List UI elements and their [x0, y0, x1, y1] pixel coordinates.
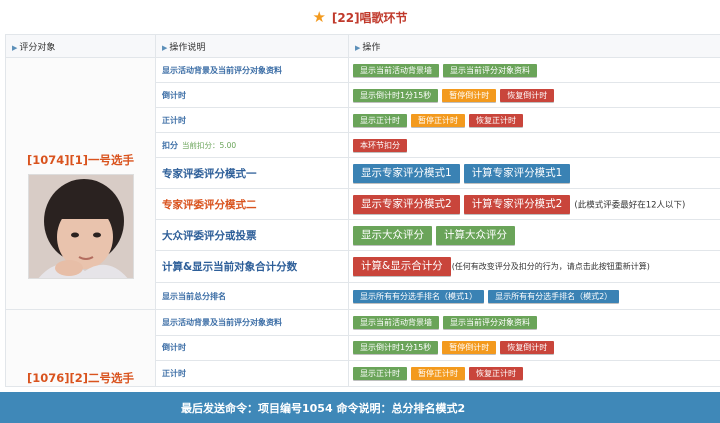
row-operations: 显示专家评分模式1 计算专家评分模式1 — [348, 157, 720, 189]
row-description: 计算&显示当前对象合计分数 — [155, 250, 349, 283]
pause-countdown-button[interactable]: 暂停倒计时 — [442, 341, 497, 355]
triangle-right-icon: ▶ — [355, 43, 361, 52]
row-operations: 本环节扣分 — [348, 132, 720, 158]
contestant-cell: [1074][1]一号选手 — [5, 57, 156, 310]
row-description: 显示当前总分排名 — [155, 282, 349, 310]
triangle-right-icon: ▶ — [12, 43, 18, 52]
triangle-right-icon: ▶ — [162, 43, 168, 52]
column-header-operations: ▶ 操作 — [348, 34, 720, 58]
pause-countup-button[interactable]: 暂停正计时 — [411, 367, 465, 381]
calc-total-score-button[interactable]: 计算&显示合计分 — [353, 257, 451, 276]
contestant-cell: [1076][2]二号选手 — [5, 309, 156, 387]
calc-public-score-button[interactable]: 计算大众评分 — [436, 225, 515, 245]
row-description: 专家评委评分模式一 — [155, 157, 349, 189]
total-score-note: (任何有改变评分及扣分的行为，请点击此按钮重新计算) — [451, 262, 650, 271]
show-background-button[interactable]: 显示当前活动背景墙 — [353, 63, 439, 77]
row-operations: 显示正计时 暂停正计时 恢复正计时 — [348, 360, 720, 387]
contestant-name: [1074][1]一号选手 — [26, 153, 135, 167]
calc-expert-score-mode1-button[interactable]: 计算专家评分模式1 — [463, 163, 571, 183]
scoring-table: ▶ 评分对象 ▶ 操作说明 ▶ 操作 [1074][1]一号选手 显示活动背景及… — [5, 34, 720, 387]
row-description: 显示活动背景及当前评分对象资料 — [155, 309, 349, 336]
contestant-name: [1076][2]二号选手 — [26, 371, 135, 385]
star-icon: ★ — [312, 7, 326, 26]
row-operations: 显示倒计时1分15秒 暂停倒计时 恢复倒计时 — [348, 334, 720, 362]
row-description: 倒计时 — [155, 82, 349, 108]
resume-countup-button[interactable]: 恢复正计时 — [469, 367, 523, 381]
show-countdown-button[interactable]: 显示倒计时1分15秒 — [353, 88, 439, 102]
row-description: 专家评委评分模式二 — [155, 188, 349, 220]
show-target-info-button[interactable]: 显示当前评分对象资料 — [443, 63, 537, 77]
show-target-info-button[interactable]: 显示当前评分对象资料 — [443, 315, 537, 329]
row-description: 显示活动背景及当前评分对象资料 — [155, 57, 349, 83]
mode2-note: (此模式评委最好在12人以下) — [574, 200, 686, 210]
ranking-mode2-button[interactable]: 显示所有有分选手排名（模式2） — [488, 289, 620, 303]
row-description: 倒计时 — [155, 334, 349, 362]
row-operations: 显示正计时 暂停正计时 恢复正计时 — [348, 107, 720, 133]
row-description: 扣分 当前扣分：5.00 — [155, 132, 349, 158]
show-countup-button[interactable]: 显示正计时 — [353, 113, 407, 127]
last-command-text: 最后发送命令：项目编号1054 命令说明：总分排名模式2 — [181, 401, 466, 415]
deduct-score-button[interactable]: 本环节扣分 — [353, 138, 407, 152]
table-row: [1074][1]一号选手 显示活动背景及当前评分对象资料 显示当前活动背景墙 … — [5, 57, 720, 310]
show-countdown-button[interactable]: 显示倒计时1分15秒 — [353, 341, 439, 355]
show-public-score-button[interactable]: 显示大众评分 — [353, 225, 432, 245]
resume-countdown-button[interactable]: 恢复倒计时 — [500, 341, 555, 355]
row-description: 正计时 — [155, 107, 349, 133]
show-countup-button[interactable]: 显示正计时 — [353, 367, 407, 381]
row-description: 正计时 — [155, 360, 349, 387]
page-header: ★ [22]唱歌环节 — [0, 0, 720, 34]
column-header-target: ▶ 评分对象 — [5, 34, 156, 58]
page-title: [22]唱歌环节 — [331, 10, 408, 25]
resume-countup-button[interactable]: 恢复正计时 — [469, 113, 523, 127]
status-bar: 最后发送命令：项目编号1054 命令说明：总分排名模式2 — [0, 392, 720, 423]
row-description: 大众评委评分或投票 — [155, 219, 349, 251]
show-background-button[interactable]: 显示当前活动背景墙 — [353, 315, 439, 329]
avatar — [27, 174, 134, 279]
row-operations: 显示专家评分模式2 计算专家评分模式2 (此模式评委最好在12人以下) — [348, 188, 720, 220]
column-header-description: ▶ 操作说明 — [155, 34, 349, 58]
show-expert-score-mode2-button[interactable]: 显示专家评分模式2 — [353, 194, 460, 214]
resume-countdown-button[interactable]: 恢复倒计时 — [500, 88, 555, 102]
show-expert-score-mode1-button[interactable]: 显示专家评分模式1 — [353, 163, 460, 183]
current-deduction: 当前扣分：5.00 — [182, 140, 237, 150]
row-operations: 显示大众评分 计算大众评分 — [348, 219, 720, 251]
pause-countup-button[interactable]: 暂停正计时 — [411, 113, 465, 127]
row-operations: 计算&显示合计分 (任何有改变评分及扣分的行为，请点击此按钮重新计算) — [348, 250, 720, 283]
row-operations: 显示当前活动背景墙 显示当前评分对象资料 — [348, 309, 720, 336]
calc-expert-score-mode2-button[interactable]: 计算专家评分模式2 — [463, 194, 571, 214]
row-operations: 显示当前活动背景墙 显示当前评分对象资料 — [348, 57, 720, 83]
pause-countdown-button[interactable]: 暂停倒计时 — [442, 88, 497, 102]
row-operations: 显示倒计时1分15秒 暂停倒计时 恢复倒计时 — [348, 82, 720, 108]
table-row: [1076][2]二号选手 显示活动背景及当前评分对象资料 显示当前活动背景墙显… — [5, 309, 720, 387]
ranking-mode1-button[interactable]: 显示所有有分选手排名（模式1） — [353, 289, 485, 303]
row-operations: 显示所有有分选手排名（模式1） 显示所有有分选手排名（模式2） — [348, 282, 720, 310]
contestant-photo — [28, 175, 133, 278]
table-header-row: ▶ 评分对象 ▶ 操作说明 ▶ 操作 — [5, 34, 720, 58]
